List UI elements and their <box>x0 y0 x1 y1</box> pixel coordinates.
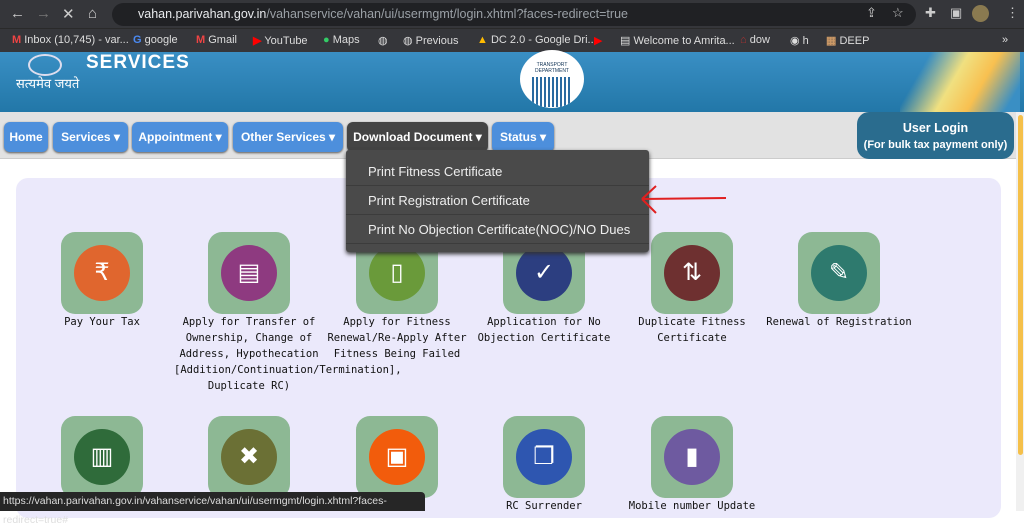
service-label[interactable]: Apply for Transfer of Ownership, Change … <box>174 314 402 394</box>
user-login-button[interactable]: User Login (For bulk tax payment only) <box>857 112 1014 159</box>
nav-download-document[interactable]: Download Document ▾ <box>347 122 488 152</box>
service-label[interactable]: Mobile number Update <box>617 498 767 514</box>
sidepanel-icon[interactable]: ▣ <box>950 5 962 21</box>
bookmark[interactable]: M Inbox (10,745) - var... <box>12 34 129 46</box>
header-decoration <box>900 52 1020 112</box>
service-tile[interactable]: ₹ <box>61 232 143 314</box>
bookmark[interactable]: ▶ YouTube <box>253 34 308 47</box>
bookmark-globe-icon[interactable]: ◍ <box>378 34 388 47</box>
menu-icon[interactable]: ⋮ <box>1006 5 1019 21</box>
service-tile[interactable]: ▤ <box>208 232 290 314</box>
user-login-sublabel: (For bulk tax payment only) <box>863 139 1008 151</box>
service-label[interactable]: Pay Your Tax <box>27 314 177 330</box>
red-arrow-annotation <box>641 185 727 214</box>
document-icon: ▯ <box>369 245 425 301</box>
bookmarks-bar: M Inbox (10,745) - var... G google M Gma… <box>0 28 1024 52</box>
service-tile[interactable]: ✖ <box>208 416 290 498</box>
nav-other-services[interactable]: Other Services ▾ <box>233 122 343 152</box>
service-label[interactable]: Duplicate Fitness Certificate <box>617 314 767 346</box>
nav-appointment[interactable]: Appointment ▾ <box>132 122 228 152</box>
download-document-dropdown: Print Fitness Certificate Print Registra… <box>346 150 649 252</box>
service-label[interactable]: RC Surrender <box>469 498 619 514</box>
menu-item-print-registration-certificate[interactable]: Print Registration Certificate <box>346 187 649 215</box>
scroll-icon: ⇅ <box>664 245 720 301</box>
bookmark[interactable]: ▲ DC 2.0 - Google Dri... <box>477 34 597 46</box>
forward-icon[interactable]: → <box>36 5 51 22</box>
bookmark[interactable]: ● Maps <box>323 34 360 46</box>
url-path: /vahanservice/vahan/ui/usermgmt/login.xh… <box>266 7 628 21</box>
extensions-icon[interactable]: ✚ <box>925 5 936 21</box>
edit-icon: ✎ <box>811 245 867 301</box>
nav-home[interactable]: Home <box>4 122 48 152</box>
service-tile[interactable]: ❐ <box>503 416 585 498</box>
address-bar[interactable]: vahan.parivahan.gov.in/vahanservice/vaha… <box>112 3 916 26</box>
bookmark[interactable]: ▦ DEEP <box>826 34 869 47</box>
home-icon[interactable]: ⌂ <box>88 5 97 22</box>
avatar[interactable] <box>972 5 989 22</box>
transport-department-logo: TRANSPORT DEPARTMENT <box>520 50 584 108</box>
motto: सत्यमेव जयते <box>16 76 80 91</box>
rupee-bag-icon: ₹ <box>74 245 130 301</box>
service-tile[interactable]: ▣ <box>356 416 438 498</box>
form-click-icon: ▣ <box>369 429 425 485</box>
browser-toolbar: ← → ✕ ⌂ vahan.parivahan.gov.in/vahanserv… <box>0 0 1024 28</box>
tools-icon: ✖ <box>221 429 277 485</box>
nav-services[interactable]: Services ▾ <box>53 122 128 152</box>
menu-item-print-fitness-certificate[interactable]: Print Fitness Certificate <box>346 158 649 186</box>
service-label[interactable]: Application for No Objection Certificate <box>469 314 619 346</box>
mobile-icon: ▮ <box>664 429 720 485</box>
service-label[interactable]: Apply for Fitness Renewal/Re-Apply After… <box>322 314 472 362</box>
bookmark[interactable]: ⌂ dow <box>740 34 770 46</box>
bookmark[interactable]: ▤ Welcome to Amrita... <box>620 34 735 47</box>
nav-status[interactable]: Status ▾ <box>492 122 554 152</box>
service-tile[interactable]: ✎ <box>798 232 880 314</box>
bookmark[interactable]: ◉ h <box>790 34 809 47</box>
stop-icon[interactable]: ✕ <box>62 5 75 23</box>
status-bar-url: https://vahan.parivahan.gov.in/vahanserv… <box>0 492 425 526</box>
copy-icon: ❐ <box>516 429 572 485</box>
scrollbar-thumb[interactable] <box>1018 115 1023 455</box>
menu-item-print-noc[interactable]: Print No Objection Certificate(NOC)/NO D… <box>346 216 649 244</box>
star-icon[interactable]: ☆ <box>892 5 904 21</box>
service-tile[interactable]: ▮ <box>651 416 733 498</box>
url-host: vahan.parivahan.gov.in <box>138 7 267 21</box>
bookmark-youtube-icon[interactable]: ▶ <box>594 34 602 47</box>
back-icon[interactable]: ← <box>10 5 25 22</box>
service-tile[interactable]: ⇅ <box>651 232 733 314</box>
service-label[interactable]: Renewal of Registration <box>764 314 914 330</box>
emblem-icon <box>28 54 62 76</box>
bookmark[interactable]: ◍ Previous <box>403 34 458 47</box>
service-tile[interactable]: ▥ <box>61 416 143 498</box>
site-header: SERVICES सत्यमेव जयते TRANSPORT DEPARTME… <box>0 50 1024 112</box>
document-screen-icon: ▤ <box>221 245 277 301</box>
more-bookmarks-icon[interactable]: » <box>1002 34 1008 46</box>
header-title: SERVICES <box>86 52 190 73</box>
bookmark[interactable]: M Gmail <box>196 34 237 46</box>
certificate-check-icon: ✓ <box>516 245 572 301</box>
documents-icon: ▥ <box>74 429 130 485</box>
share-icon[interactable]: ⇪ <box>866 5 877 21</box>
bookmark[interactable]: G google <box>133 34 178 46</box>
user-login-label: User Login <box>902 121 969 135</box>
